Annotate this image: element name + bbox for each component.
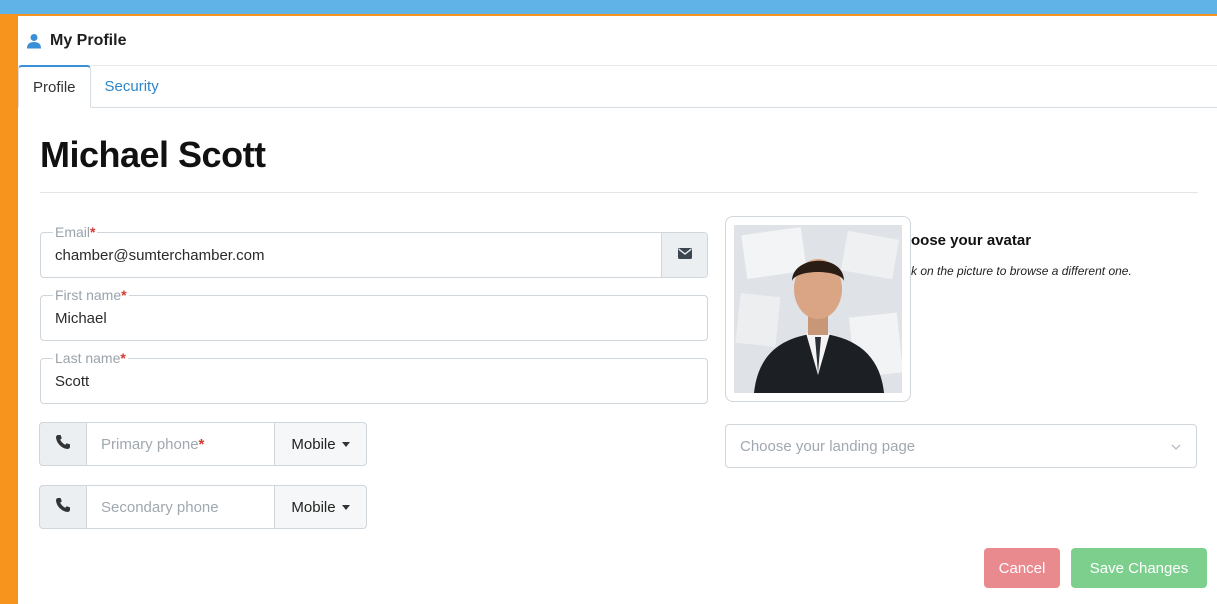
secondary-phone-group: Secondary phone Mobile: [39, 485, 367, 529]
email-field[interactable]: Email* chamber@sumterchamber.com: [40, 224, 708, 278]
avatar-image[interactable]: [734, 225, 902, 393]
secondary-phone-type-dropdown[interactable]: Mobile: [275, 485, 367, 529]
panel-header: My Profile: [18, 16, 1217, 66]
save-changes-button[interactable]: Save Changes: [1071, 548, 1207, 588]
caret-down-icon: [341, 441, 350, 447]
first-name-label: First name*: [53, 287, 129, 303]
landing-page-placeholder: Choose your landing page: [740, 437, 916, 455]
profile-name-heading: Michael Scott: [40, 134, 266, 175]
avatar-help-text: k on the picture to browse a different o…: [911, 264, 1132, 278]
user-icon: [26, 33, 42, 49]
secondary-phone-input[interactable]: Secondary phone: [87, 485, 275, 529]
phone-icon: [55, 497, 71, 518]
panel-title: My Profile: [50, 31, 127, 49]
cancel-button[interactable]: Cancel: [984, 548, 1060, 588]
primary-phone-group: Primary phone * Mobile: [39, 422, 367, 466]
last-name-label: Last name*: [53, 350, 128, 366]
divider: [40, 192, 1198, 193]
last-name-value: Scott: [55, 373, 90, 390]
primary-phone-input[interactable]: Primary phone *: [87, 422, 275, 466]
email-addon: [661, 233, 707, 277]
primary-phone-addon: [39, 422, 87, 466]
tab-security[interactable]: Security: [91, 65, 173, 107]
first-name-field[interactable]: First name* Michael: [40, 287, 708, 341]
secondary-phone-addon: [39, 485, 87, 529]
avatar-title: oose your avatar: [911, 232, 1032, 249]
caret-down-icon: [341, 504, 350, 510]
first-name-value: Michael: [55, 310, 107, 327]
landing-page-select[interactable]: Choose your landing page: [725, 424, 1197, 468]
tab-profile[interactable]: Profile: [18, 65, 91, 108]
profile-panel: My Profile Profile Security Michael Scot…: [18, 16, 1217, 604]
primary-phone-type-dropdown[interactable]: Mobile: [275, 422, 367, 466]
envelope-icon: [677, 246, 692, 264]
chevron-down-icon: [1170, 440, 1182, 457]
tab-bar: Profile Security: [18, 65, 1217, 108]
avatar-picker[interactable]: [725, 216, 911, 402]
email-value: chamber@sumterchamber.com: [55, 247, 265, 264]
last-name-field[interactable]: Last name* Scott: [40, 350, 708, 404]
email-label: Email*: [53, 224, 98, 240]
phone-icon: [55, 434, 71, 455]
